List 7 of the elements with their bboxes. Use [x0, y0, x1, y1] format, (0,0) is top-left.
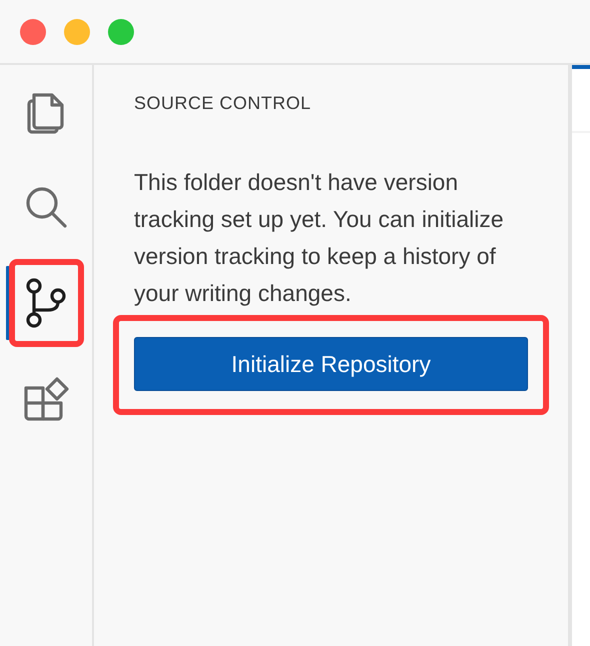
initialize-repository-button[interactable]: Initialize Repository: [134, 337, 528, 391]
branch-icon: [26, 278, 66, 328]
close-window-button[interactable]: [20, 18, 46, 44]
activity-bar-item[interactable]: [8, 259, 84, 347]
info-message: This folder doesn't have version tracking set up yet. You can initialize version tracking to keep a history of your writing changes.: [134, 168, 505, 308]
panel-title: SOURCE CONTROL: [134, 92, 312, 114]
extensions-icon: [23, 376, 69, 422]
